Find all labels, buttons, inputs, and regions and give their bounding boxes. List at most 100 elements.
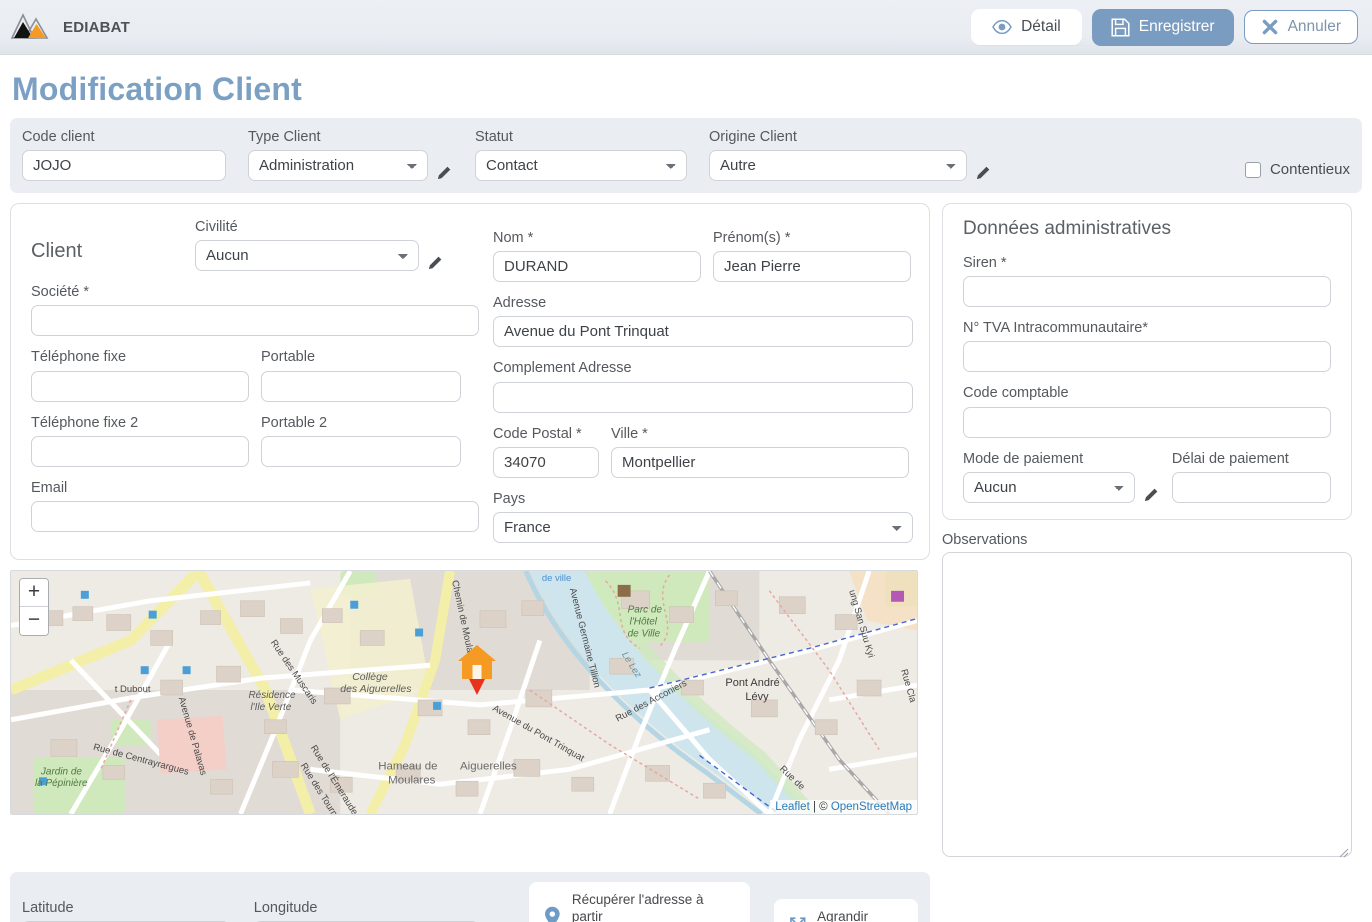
map-label-parc-3: de Ville (628, 628, 661, 639)
map-label-parc: Parc de (628, 604, 663, 615)
code-postal-input[interactable] (493, 446, 599, 478)
societe-group: Société * (31, 283, 479, 337)
societe-label: Société * (31, 284, 90, 301)
observations-label: Observations (942, 531, 1028, 548)
portable-input[interactable] (261, 370, 461, 402)
get-address-from-point-button[interactable]: Récupérer l'adresse à partir des coordon… (529, 881, 750, 922)
adresse-input[interactable] (493, 316, 913, 348)
origine-client-select[interactable]: Autre (709, 150, 967, 182)
enlarge-map-button[interactable]: Agrandir Carte (773, 898, 919, 922)
floppy-disk-icon (1111, 17, 1130, 37)
type-client-group: Type Client Administration (248, 128, 453, 182)
map-label-college-2: des Aiguerelles (340, 684, 411, 695)
tva-label: N° TVA Intracommunautaire* (963, 320, 1148, 337)
origine-client-group: Origine Client Autre (709, 128, 992, 182)
edit-origine-client-pencil-icon[interactable] (975, 164, 992, 181)
leaflet-link[interactable]: Leaflet (775, 801, 810, 813)
coordinates-strip: Latitude Longitude Récupérer l'adresse à… (10, 871, 930, 922)
portable-2-input[interactable] (261, 435, 461, 467)
cancel-button[interactable]: Annuler (1243, 10, 1358, 44)
left-column: Client Civilité Aucun Société * Téléphon… (10, 203, 930, 815)
contentieux-group[interactable]: Contentieux (1244, 161, 1350, 181)
map-zoom-controls[interactable]: + − (19, 577, 49, 636)
map-label-residence: Résidence (248, 690, 296, 701)
siren-label: Siren * (963, 255, 1007, 272)
portable-group: Portable (261, 348, 461, 402)
code-client-group: Code client (22, 128, 226, 182)
portable-2-group: Portable 2 (261, 414, 461, 467)
email-label: Email (31, 479, 68, 496)
prenom-input[interactable] (713, 251, 911, 283)
map-label-de-ville: de ville (542, 573, 571, 584)
map-label-rue-acconiers: Rue des Acconiers (614, 678, 689, 725)
telephone-fixe-2-input[interactable] (31, 435, 249, 467)
phone-row-2: Téléphone fixe 2 Portable 2 (31, 414, 479, 467)
paiement-row: Mode de paiement Aucun Délai de paiement (963, 450, 1331, 503)
save-button-label: Enregistrer (1138, 18, 1215, 36)
complement-adresse-input[interactable] (493, 381, 913, 413)
map-attribution: Leaflet | © OpenStreetMap (770, 799, 917, 814)
adresse-row: Adresse (493, 294, 913, 348)
map-label-dubout: t Dubout (115, 684, 151, 695)
location-map[interactable]: t Dubout Collège des Aiguerelles Résiden… (10, 569, 918, 815)
cancel-button-label: Annuler (1287, 18, 1341, 36)
observations-textarea[interactable] (942, 551, 1352, 857)
type-client-label: Type Client (248, 129, 321, 145)
map-label-avenue-pont-trinquat: Avenue du Pont Trinquat (490, 703, 586, 764)
telephone-fixe-2-group: Téléphone fixe 2 (31, 414, 249, 467)
cross-icon (1262, 19, 1277, 35)
contentieux-checkbox[interactable] (1244, 161, 1261, 178)
client-heading-row: Client Civilité Aucun (31, 218, 479, 272)
code-postal-group: Code Postal * (493, 425, 599, 478)
telephone-fixe-input[interactable] (31, 370, 249, 402)
ville-group: Ville * (611, 425, 909, 478)
edit-civilite-pencil-icon[interactable] (427, 254, 444, 271)
civilite-select[interactable]: Aucun (195, 240, 419, 272)
longitude-label: Longitude (253, 900, 318, 917)
code-client-input[interactable] (22, 150, 226, 182)
expand-arrows-icon (789, 917, 806, 922)
map-label-college: Collège (352, 672, 388, 683)
email-input[interactable] (31, 500, 479, 532)
complement-adresse-label: Complement Adresse (493, 360, 632, 377)
delai-paiement-group: Délai de paiement (1171, 450, 1331, 503)
mode-paiement-group: Mode de paiement Aucun (963, 450, 1160, 503)
header-actions: Détail Enregistrer Annuler (971, 8, 1358, 46)
tva-input[interactable] (963, 341, 1331, 373)
map-label-jardin: Jardin de (40, 766, 82, 777)
edit-type-client-pencil-icon[interactable] (436, 164, 453, 181)
email-row: Email (31, 479, 479, 532)
prenom-label: Prénom(s) * (713, 230, 791, 247)
observations-holder (942, 551, 1352, 862)
save-button[interactable]: Enregistrer (1091, 8, 1234, 46)
pays-label: Pays (493, 490, 526, 507)
nom-input[interactable] (493, 251, 701, 283)
siren-input[interactable] (963, 276, 1331, 308)
map-zoom-out-button[interactable]: − (20, 606, 48, 635)
map-zoom-in-button[interactable]: + (20, 578, 48, 607)
pays-select[interactable]: France (493, 511, 913, 543)
statut-select[interactable]: Contact (475, 150, 687, 182)
longitude-group: Longitude (253, 899, 480, 922)
code-comptable-input[interactable] (963, 406, 1331, 438)
page-title: Modification Client (12, 71, 303, 107)
societe-input[interactable] (31, 305, 479, 337)
civilite-label: Civilité (195, 219, 238, 236)
city-row: Code Postal * Ville * (493, 425, 913, 478)
edit-mode-paiement-pencil-icon[interactable] (1143, 486, 1160, 503)
enlarge-map-label: Agrandir Carte (817, 908, 869, 922)
pays-group: Pays France (493, 490, 913, 543)
house-pin-marker-icon[interactable] (455, 641, 499, 697)
code-comptable-row: Code comptable (963, 384, 1331, 438)
nom-group: Nom * (493, 229, 701, 283)
openstreetmap-link[interactable]: OpenStreetMap (831, 801, 912, 813)
brand: EDIABAT (10, 12, 130, 42)
adresse-label: Adresse (493, 295, 547, 312)
delai-paiement-input[interactable] (1171, 471, 1331, 503)
map-label-pont-2: Lévy (745, 691, 769, 703)
mode-paiement-select[interactable]: Aucun (963, 471, 1135, 503)
ville-input[interactable] (611, 446, 909, 478)
type-client-select[interactable]: Administration (248, 150, 428, 182)
map-label-rue-de: Rue de (777, 763, 807, 792)
detail-button[interactable]: Détail (971, 9, 1082, 45)
